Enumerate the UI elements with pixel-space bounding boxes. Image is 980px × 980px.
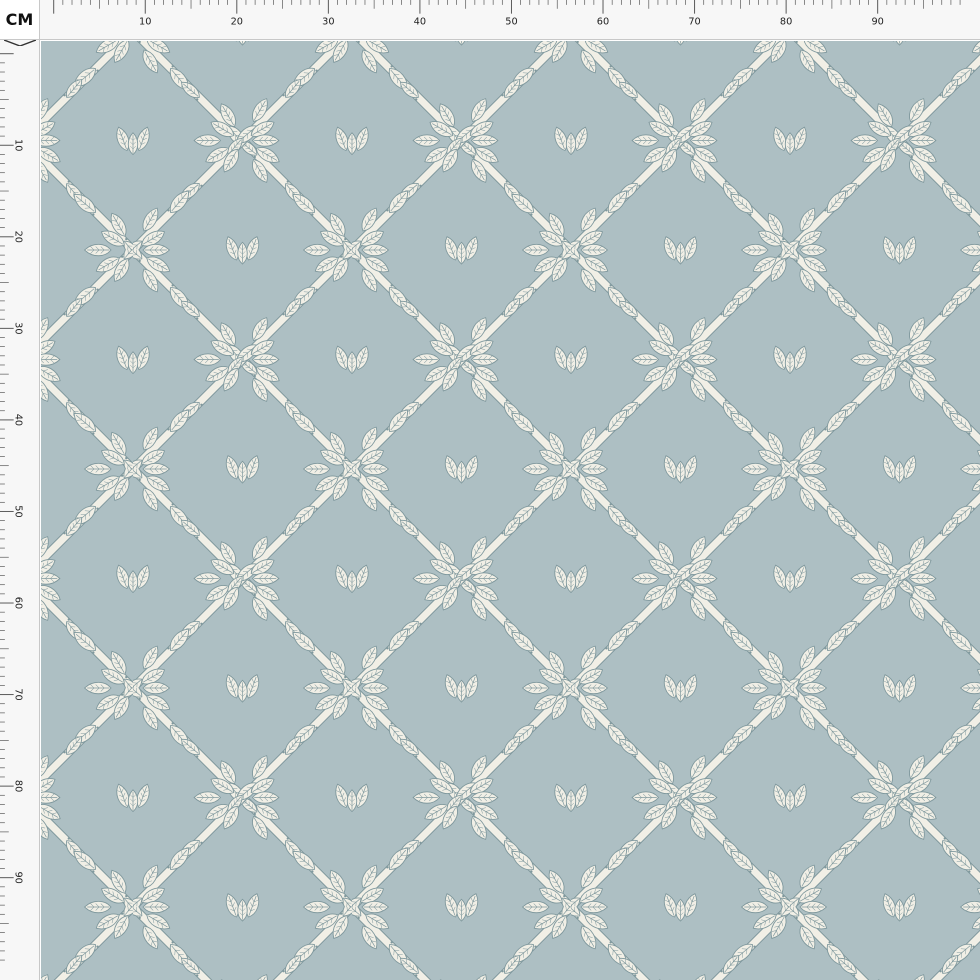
ruler-label: 40 — [414, 16, 426, 27]
ruler-label: 90 — [871, 16, 883, 27]
ruler-left: 10 20 30 40 50 60 70 80 90 — [0, 40, 40, 980]
ruler-label: 20 — [13, 231, 24, 243]
ruler-label: 10 — [139, 16, 151, 27]
fabric-pattern-preview — [41, 41, 980, 980]
ruler-label: 80 — [13, 780, 24, 792]
ruler-label: 40 — [13, 414, 24, 426]
pattern-fill — [41, 41, 980, 980]
ruler-label: 50 — [505, 16, 517, 27]
ruler-label: 70 — [688, 16, 700, 27]
ruler-label: 80 — [780, 16, 792, 27]
unit-label: CM — [0, 0, 40, 40]
ruler-label: 50 — [13, 505, 24, 517]
ruler-label: 30 — [322, 16, 334, 27]
ruler-label: 60 — [13, 597, 24, 609]
ruler-label: 30 — [13, 322, 24, 334]
ruler-label: 10 — [13, 139, 24, 151]
ruler-label: 70 — [13, 688, 24, 700]
ruler-label: 60 — [597, 16, 609, 27]
ruler-top: 10 20 30 40 50 60 70 80 90 — [40, 0, 980, 40]
unit-label-text: CM — [5, 10, 34, 29]
ruler-label: 20 — [231, 16, 243, 27]
leaf-trellis-pattern — [41, 41, 980, 980]
ruler-label: 90 — [13, 871, 24, 883]
corner-notch-icon — [4, 40, 36, 46]
